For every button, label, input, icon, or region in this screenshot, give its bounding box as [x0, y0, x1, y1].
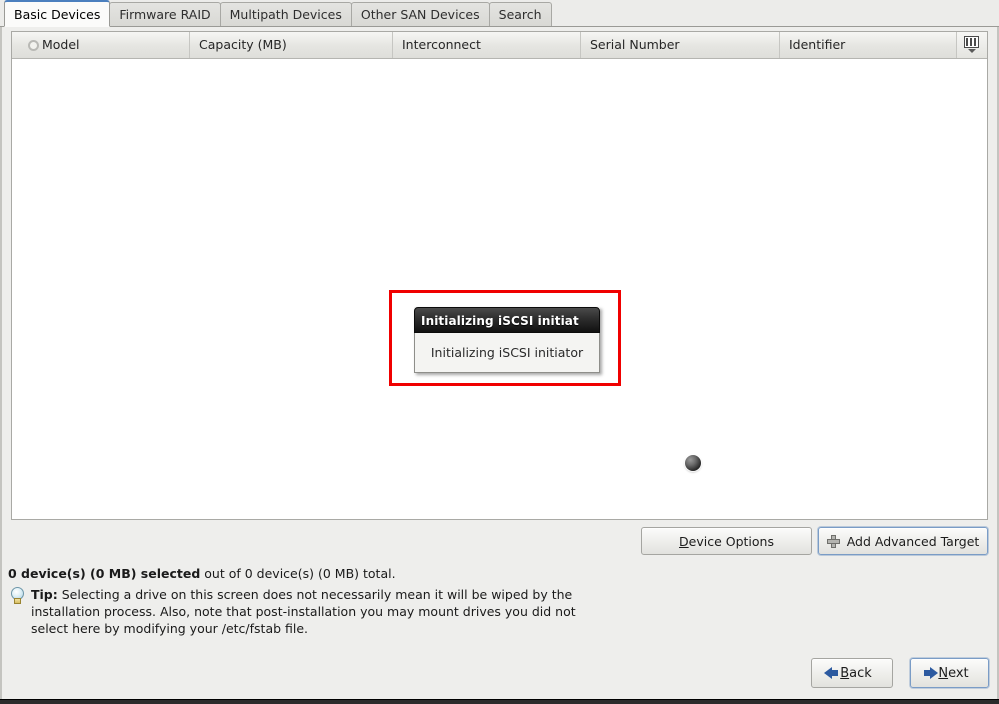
next-label: Next	[938, 665, 969, 681]
tip-body: Selecting a drive on this screen does no…	[31, 587, 576, 636]
add-advanced-target-button[interactable]: Add Advanced Target	[818, 527, 988, 555]
columns-glyph	[964, 36, 979, 48]
column-header-label: Capacity (MB)	[199, 37, 287, 52]
dialog-highlight-box: Initializing iSCSI initiat Initializing …	[389, 290, 621, 386]
tab-firmware-raid[interactable]: Firmware RAID	[109, 2, 221, 27]
chevron-down-icon	[968, 49, 976, 53]
tip-text: Tip: Selecting a drive on this screen do…	[31, 586, 609, 637]
column-header-capacity[interactable]: Capacity (MB)	[190, 32, 393, 58]
tab-label: Firmware RAID	[119, 7, 211, 22]
selection-status: 0 device(s) (0 MB) selected out of 0 dev…	[8, 566, 396, 581]
window-bottom-border	[0, 699, 999, 704]
tip-label: Tip:	[31, 587, 58, 602]
back-button[interactable]: Back	[811, 658, 893, 688]
column-header-label: Model	[42, 37, 80, 52]
column-header-serial-number[interactable]: Serial Number	[581, 32, 780, 58]
next-button[interactable]: Next	[910, 658, 989, 688]
window-left-border	[0, 27, 2, 700]
tab-label: Basic Devices	[14, 7, 101, 22]
dialog-message: Initializing iSCSI initiator	[414, 333, 600, 373]
column-header-identifier[interactable]: Identifier	[780, 32, 957, 58]
device-options-label: Device Options	[679, 533, 774, 549]
column-header-model[interactable]: Model	[12, 32, 190, 58]
device-tabs: Basic Devices Firmware RAID Multipath De…	[0, 0, 999, 27]
tab-other-san-devices[interactable]: Other SAN Devices	[350, 2, 490, 27]
column-header-label: Serial Number	[590, 37, 680, 52]
device-options-button[interactable]: Device Options	[641, 527, 812, 555]
tip-block: Tip: Selecting a drive on this screen do…	[9, 586, 609, 637]
add-advanced-target-label: Add Advanced Target	[846, 533, 980, 549]
bulb-base	[14, 598, 21, 604]
tab-label: Multipath Devices	[229, 7, 342, 22]
initializing-iscsi-dialog: Initializing iSCSI initiat Initializing …	[414, 307, 600, 373]
back-label: Back	[840, 665, 872, 681]
loading-spinner-icon	[685, 455, 701, 471]
select-all-radio[interactable]	[28, 40, 39, 51]
column-chooser-icon[interactable]	[956, 32, 987, 58]
selection-status-rest: out of 0 device(s) (0 MB) total.	[200, 566, 396, 581]
column-header-label: Interconnect	[402, 37, 481, 52]
selection-status-strong: 0 device(s) (0 MB) selected	[8, 566, 201, 581]
tab-search[interactable]: Search	[488, 2, 552, 27]
tab-label: Search	[498, 7, 542, 22]
device-table-body[interactable]	[12, 59, 987, 519]
tab-multipath-devices[interactable]: Multipath Devices	[219, 2, 352, 27]
plus-icon	[826, 534, 840, 548]
device-table: Model Capacity (MB) Interconnect Serial …	[11, 31, 988, 520]
column-header-interconnect[interactable]: Interconnect	[393, 32, 581, 58]
column-header-label: Identifier	[789, 37, 846, 52]
tab-label: Other SAN Devices	[360, 7, 480, 22]
device-table-header: Model Capacity (MB) Interconnect Serial …	[12, 32, 987, 59]
lightbulb-icon	[10, 587, 25, 605]
tab-basic-devices[interactable]: Basic Devices	[4, 0, 111, 27]
dialog-titlebar: Initializing iSCSI initiat	[414, 307, 600, 333]
